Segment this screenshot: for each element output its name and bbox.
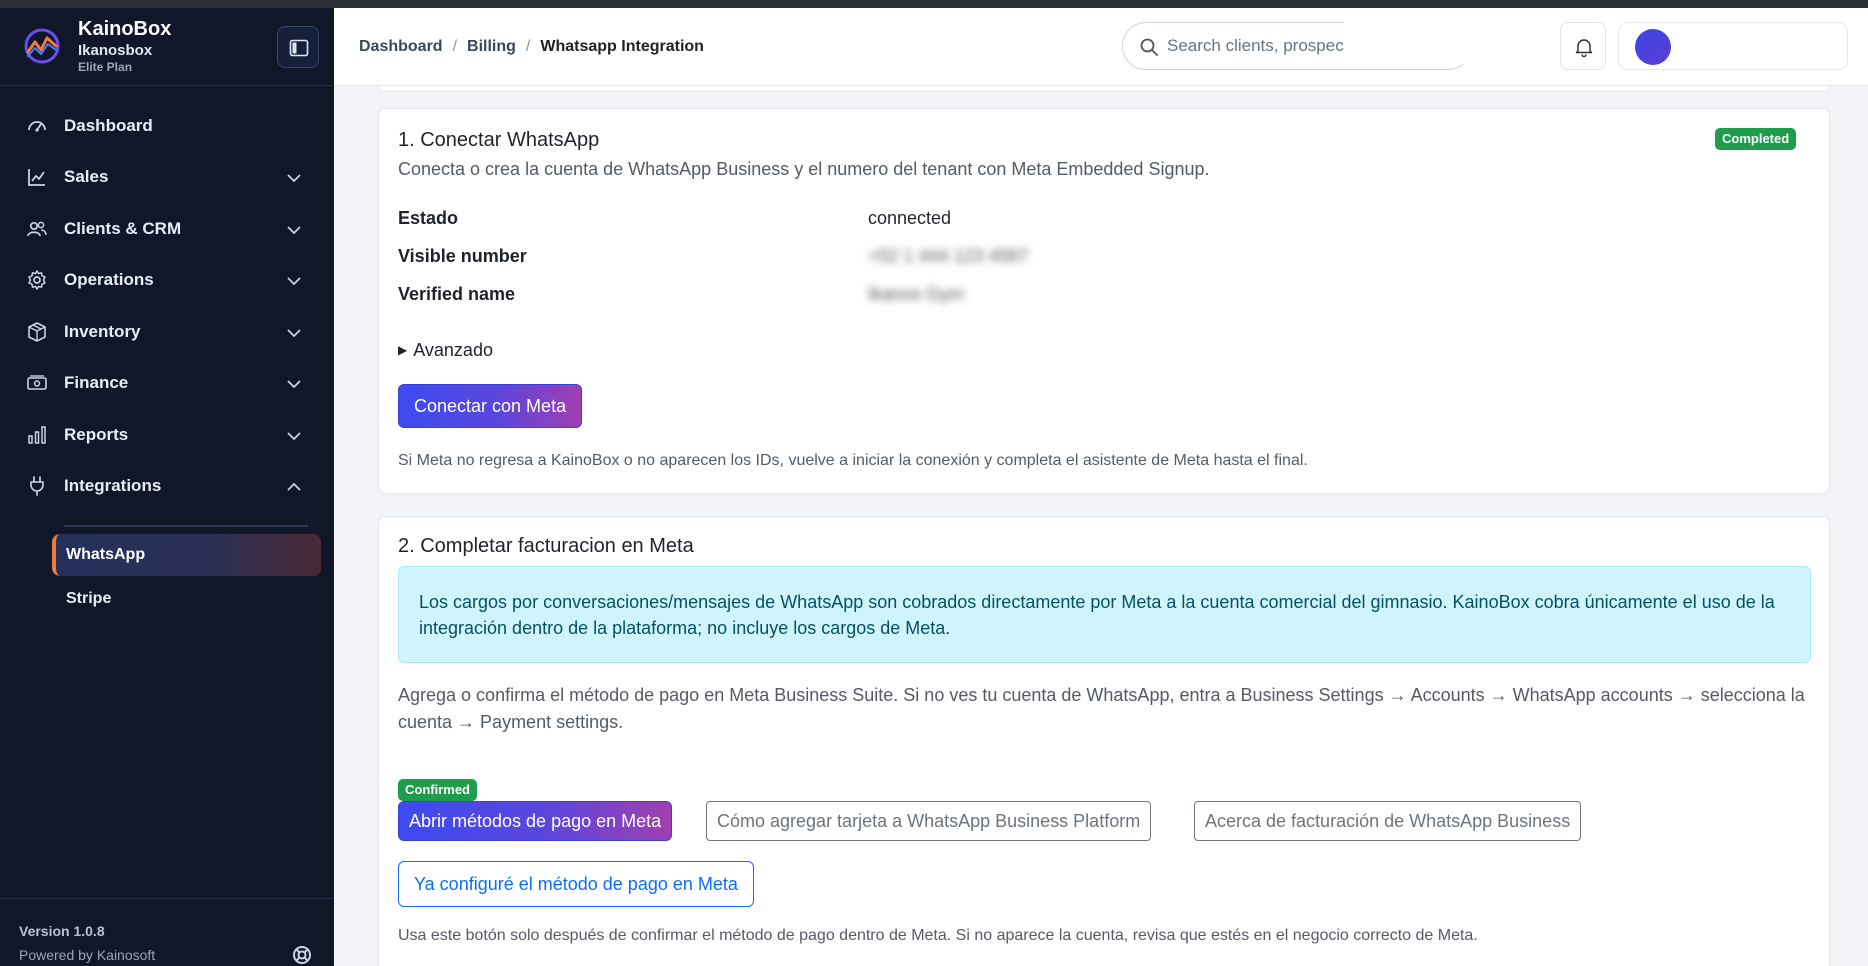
advanced-label: Avanzado: [413, 340, 493, 360]
sidebar-footer: Version 1.0.8 Powered by Kainosoft: [0, 898, 334, 966]
sidebar-item-label: Inventory: [64, 322, 141, 341]
box-icon: [28, 322, 46, 342]
user-menu[interactable]: [1618, 22, 1848, 70]
step1-title: 1. Conectar WhatsApp: [398, 129, 600, 151]
field-label: Estado: [398, 208, 459, 228]
chevron-down-icon: [287, 329, 301, 338]
window-top-strip: [0, 0, 1868, 8]
about-billing-link[interactable]: Acerca de facturación de WhatsApp Busine…: [1194, 801, 1582, 841]
breadcrumb: Dashboard / Billing / Whatsapp Integration: [359, 38, 704, 56]
gauge-icon: [28, 121, 46, 132]
status-badge-completed: Completed: [1715, 128, 1797, 150]
avatar[interactable]: [1635, 29, 1671, 65]
sidebar-item-clients-crm[interactable]: Clients & CRM: [0, 207, 334, 251]
bar-chart-icon: [28, 426, 46, 444]
payment-instructions: Agrega o confirma el método de pago en M…: [398, 685, 1805, 732]
brand-name: KainoBox: [78, 18, 172, 40]
sidebar-item-integrations[interactable]: Integrations: [0, 464, 334, 508]
header-overlay-mask: [1344, 14, 1534, 64]
field-visible-number: Visible number +52 1 444 123 4567: [398, 242, 1298, 272]
sidebar-subitem-stripe[interactable]: Stripe: [52, 578, 321, 620]
brand-header: KainoBox Ikanosbox Elite Plan: [0, 8, 334, 86]
sidebar-subitem-whatsapp[interactable]: WhatsApp: [52, 534, 321, 576]
chevron-down-icon: [287, 380, 301, 389]
payment-configured-button[interactable]: Ya configuré el método de pago en Meta: [398, 861, 754, 907]
chevron-up-icon: [287, 482, 301, 491]
app-version: Version 1.0.8: [19, 923, 105, 939]
advanced-toggle[interactable]: ▶ Avanzado: [398, 340, 493, 361]
users-icon: [27, 221, 47, 237]
open-payment-methods-button[interactable]: Abrir métodos de pago en Meta: [398, 801, 673, 841]
plan-name: Elite Plan: [78, 60, 133, 74]
breadcrumb-billing[interactable]: Billing: [467, 38, 516, 56]
field-value-redacted: +52 1 444 123 4567: [868, 246, 1029, 266]
notifications-button[interactable]: [1560, 22, 1606, 70]
powered-by: Powered by Kainosoft: [19, 947, 156, 963]
chart-line-icon: [28, 169, 45, 186]
step2-note: Usa este botón solo después de confirmar…: [398, 927, 1478, 944]
submenu-divider: [64, 525, 308, 527]
kainobox-logo-icon: [24, 28, 60, 64]
chevron-down-icon: [287, 174, 301, 183]
sidebar-subitem-label: WhatsApp: [66, 546, 146, 563]
step-meta-billing-card: 2. Completar facturacion en Meta Los car…: [378, 516, 1830, 966]
sidebar-item-dashboard[interactable]: Dashboard: [0, 104, 334, 148]
sidebar-item-label: Integrations: [64, 476, 162, 495]
sidebar-item-sales[interactable]: Sales: [0, 155, 334, 199]
tenant-name: Ikanosbox: [78, 42, 153, 59]
sidebar-item-label: Clients & CRM: [64, 219, 182, 238]
sidebar-toggle-icon: [289, 39, 309, 57]
breadcrumb-separator: /: [452, 38, 458, 55]
support-lifebuoy-icon[interactable]: [292, 945, 312, 965]
billing-info-text: Los cargos por conversaciones/mensajes d…: [419, 592, 1775, 638]
sidebar-item-finance[interactable]: Finance: [0, 361, 334, 405]
step-connect-whatsapp-card: 1. Conectar WhatsApp Completed Conecta o…: [378, 108, 1830, 494]
sidebar-toggle-button[interactable]: [277, 26, 319, 68]
breadcrumb-separator: /: [525, 38, 531, 55]
top-header: Dashboard / Billing / Whatsapp Integration: [334, 8, 1868, 86]
sidebar: KainoBox Ikanosbox Elite Plan Dashboard …: [0, 8, 334, 966]
status-badge-confirmed: Confirmed: [398, 779, 477, 801]
sidebar-item-operations[interactable]: Operations: [0, 258, 334, 302]
bell-icon: [1575, 39, 1593, 57]
sidebar-item-label: Finance: [64, 373, 129, 392]
step2-title: 2. Completar facturacion en Meta: [398, 535, 694, 557]
search-icon: [1140, 38, 1158, 56]
field-value-redacted: Ikanos Gym: [868, 284, 965, 304]
step1-description: Conecta o crea la cuenta de WhatsApp Bus…: [398, 159, 1210, 179]
disclosure-triangle-icon: ▶: [398, 343, 408, 357]
chevron-down-icon: [287, 277, 301, 286]
how-to-add-card-link[interactable]: Cómo agregar tarjeta a WhatsApp Business…: [706, 801, 1152, 841]
gear-icon: [28, 270, 46, 290]
sidebar-subitem-label: Stripe: [66, 590, 112, 607]
scrolled-card-edge: [378, 86, 1830, 92]
connect-meta-button[interactable]: Conectar con Meta: [398, 384, 583, 428]
field-estado: Estado connected: [398, 204, 1298, 234]
sidebar-item-label: Sales: [64, 167, 109, 186]
sidebar-item-label: Reports: [64, 425, 129, 444]
sidebar-item-reports[interactable]: Reports: [0, 413, 334, 457]
chevron-down-icon: [287, 226, 301, 235]
sidebar-item-label: Dashboard: [64, 116, 153, 135]
billing-info-alert: Los cargos por conversaciones/mensajes d…: [398, 566, 1811, 663]
cash-icon: [27, 375, 47, 390]
step1-note: Si Meta no regresa a KainoBox o no apare…: [398, 452, 1308, 469]
field-label: Visible number: [398, 246, 527, 266]
plug-icon: [30, 476, 44, 496]
field-verified-name: Verified name Ikanos Gym: [398, 280, 1298, 310]
chevron-down-icon: [287, 432, 301, 441]
breadcrumb-current: Whatsapp Integration: [540, 38, 704, 55]
sidebar-item-label: Operations: [64, 270, 154, 289]
sidebar-item-inventory[interactable]: Inventory: [0, 310, 334, 354]
field-value: connected: [868, 208, 952, 228]
breadcrumb-dashboard[interactable]: Dashboard: [359, 38, 443, 56]
field-label: Verified name: [398, 284, 516, 304]
